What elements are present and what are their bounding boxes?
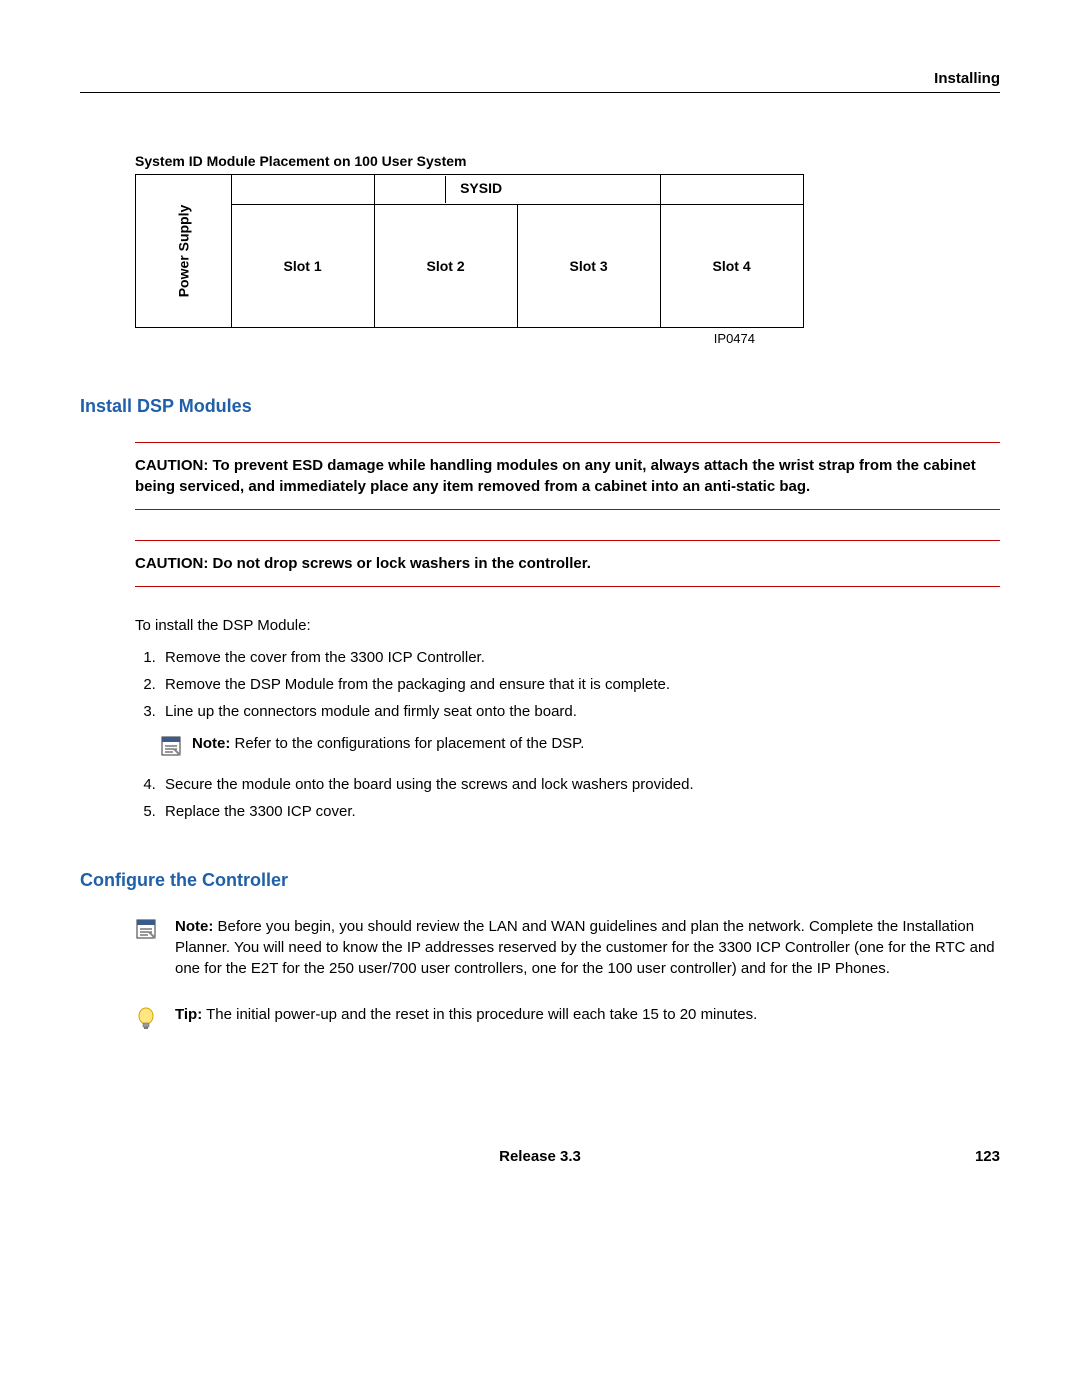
slot-placement-table: Power Supply SYSID Slot 1 Slot 2 Slot 3 … xyxy=(135,174,804,328)
header-section-name: Installing xyxy=(934,70,1000,87)
slot-4-cell: Slot 4 xyxy=(660,205,803,328)
empty-cell xyxy=(517,175,660,205)
step-3: Line up the connectors module and firmly… xyxy=(160,703,1000,720)
step-4: Secure the module onto the board using t… xyxy=(160,776,1000,793)
sysid-label: SYSID xyxy=(445,176,516,203)
step-1: Remove the cover from the 3300 ICP Contr… xyxy=(160,649,1000,666)
empty-cell xyxy=(660,175,803,205)
tip-text: Tip: The initial power-up and the reset … xyxy=(175,1004,1000,1025)
figure-id: IP0474 xyxy=(135,331,755,346)
tip-row: Tip: The initial power-up and the reset … xyxy=(135,1004,1000,1038)
note-body: Before you begin, you should review the … xyxy=(175,918,995,977)
section-title-configure: Configure the Controller xyxy=(80,870,1000,891)
note-label: Note: xyxy=(192,735,230,752)
inline-note-text: Note: Refer to the configurations for pl… xyxy=(192,735,584,752)
figure-caption: System ID Module Placement on 100 User S… xyxy=(135,153,1000,169)
configure-note-row: Note: Before you begin, you should revie… xyxy=(135,916,1000,979)
caution-box-1: CAUTION: To prevent ESD damage while han… xyxy=(135,442,1000,510)
sysid-header-cell: SYSID xyxy=(374,175,517,205)
steps-list-continued: Secure the module onto the board using t… xyxy=(135,776,1000,820)
slot-3-cell: Slot 3 xyxy=(517,205,660,328)
steps-list: Remove the cover from the 3300 ICP Contr… xyxy=(135,649,1000,720)
slot-1-cell: Slot 1 xyxy=(231,205,374,328)
page-header: Installing xyxy=(80,70,1000,93)
inline-note-row: Note: Refer to the configurations for pl… xyxy=(160,735,1000,761)
step-5: Replace the 3300 ICP cover. xyxy=(160,803,1000,820)
note-body: Refer to the configurations for placemen… xyxy=(230,735,584,752)
configure-note-text: Note: Before you begin, you should revie… xyxy=(175,916,1000,979)
tip-icon xyxy=(135,1006,163,1038)
tip-label: Tip: xyxy=(175,1006,202,1023)
page-footer: Release 3.3 123 xyxy=(80,1148,1000,1165)
note-label: Note: xyxy=(175,918,213,935)
note-icon xyxy=(135,918,163,946)
footer-release: Release 3.3 xyxy=(499,1148,581,1165)
caution-box-2: CAUTION: Do not drop screws or lock wash… xyxy=(135,540,1000,587)
power-supply-cell: Power Supply xyxy=(136,175,232,328)
empty-cell xyxy=(231,175,374,205)
instruction-intro: To install the DSP Module: xyxy=(135,617,1000,634)
step-2: Remove the DSP Module from the packaging… xyxy=(160,676,1000,693)
power-supply-label: Power Supply xyxy=(175,205,191,298)
footer-page-number: 123 xyxy=(975,1148,1000,1165)
note-icon xyxy=(160,735,182,761)
section-title-install-dsp: Install DSP Modules xyxy=(80,396,1000,417)
tip-body: The initial power-up and the reset in th… xyxy=(202,1006,757,1023)
slot-2-cell: Slot 2 xyxy=(374,205,517,328)
